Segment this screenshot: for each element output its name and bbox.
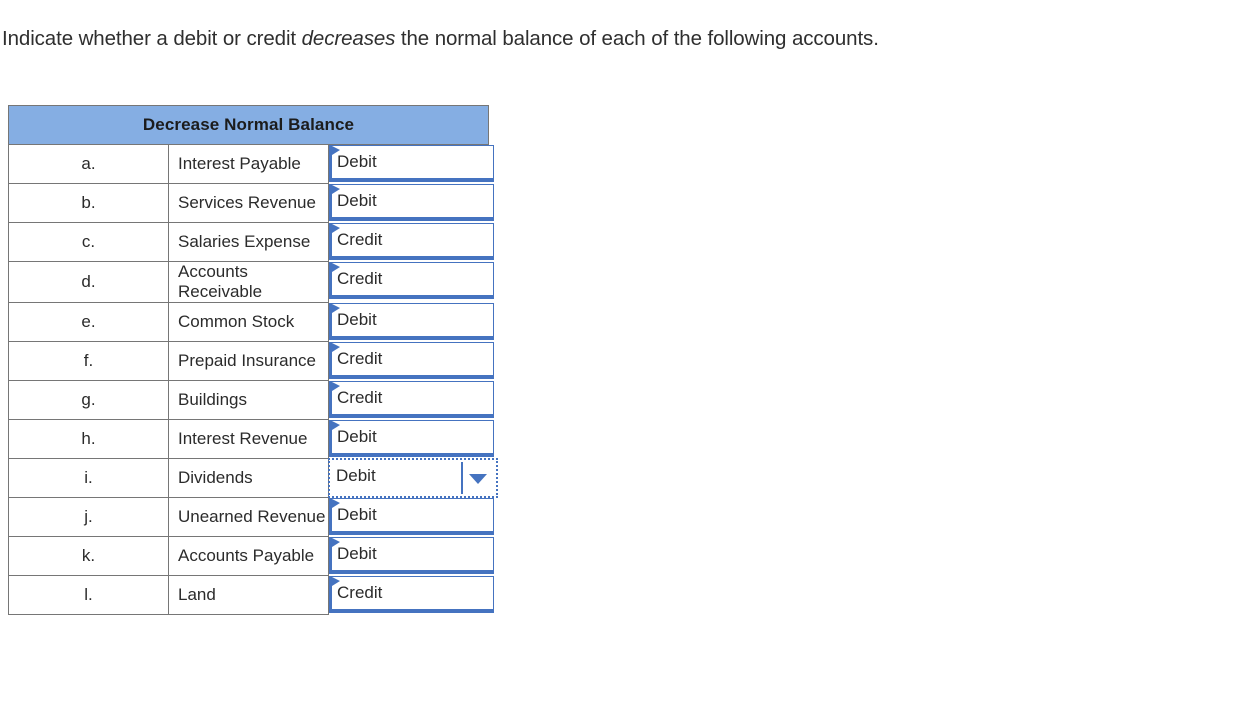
answer-select-h[interactable]: Debit: [329, 419, 494, 457]
answer-select-c[interactable]: Credit: [329, 222, 494, 260]
row-key-l: l.: [8, 575, 169, 615]
answer-cell: Debit: [328, 183, 494, 223]
answer-cell: Credit: [328, 261, 494, 303]
answer-cell: Debit: [328, 457, 498, 498]
prompt-emphasis-word: decreases: [301, 27, 396, 50]
table-row: e. Common Stock Debit: [8, 302, 494, 342]
table-header-title: Decrease Normal Balance: [8, 105, 489, 145]
account-name-cell: Interest Revenue: [168, 419, 329, 459]
decrease-normal-balance-table: Decrease Normal Balance a. Interest Payab…: [8, 105, 498, 615]
row-key-d: d.: [8, 261, 169, 303]
account-name-cell: Common Stock: [168, 302, 329, 342]
row-key-a: a.: [8, 144, 169, 184]
answer-value: Debit: [337, 543, 377, 563]
account-name-cell: Dividends: [168, 458, 329, 498]
table-row: j. Unearned Revenue Debit: [8, 497, 494, 537]
answer-cell: Debit: [328, 419, 494, 459]
row-key-k: k.: [8, 536, 169, 576]
account-name-cell: Land: [168, 575, 329, 615]
table-row: k. Accounts Payable Debit: [8, 536, 494, 576]
caret-down-icon[interactable]: [469, 473, 487, 484]
row-key-e: e.: [8, 302, 169, 342]
answer-select-i[interactable]: Debit: [328, 457, 498, 498]
answer-select-b[interactable]: Debit: [329, 183, 494, 221]
row-key-b: b.: [8, 183, 169, 223]
answer-value: Debit: [337, 190, 377, 210]
table-header-row: Decrease Normal Balance: [8, 105, 489, 145]
answer-select-j[interactable]: Debit: [329, 497, 494, 535]
answer-cell: Credit: [328, 341, 494, 381]
answer-cell: Credit: [328, 575, 494, 615]
prompt-text-part2: the normal balance of each of the follow…: [395, 27, 879, 50]
account-name-cell: Unearned Revenue: [168, 497, 329, 537]
answer-select-d[interactable]: Credit: [329, 261, 494, 299]
question-prompt: Indicate whether a debit or credit decre…: [2, 26, 879, 52]
account-name-cell: Salaries Expense: [168, 222, 329, 262]
account-name-cell: Buildings: [168, 380, 329, 420]
answer-value: Debit: [337, 426, 377, 446]
answer-select-e[interactable]: Debit: [329, 302, 494, 340]
account-name-cell: Prepaid Insurance: [168, 341, 329, 381]
answer-value: Credit: [337, 387, 383, 407]
table-row: a. Interest Payable Debit: [8, 144, 494, 184]
answer-value: Credit: [337, 348, 383, 368]
answer-value: Debit: [337, 152, 377, 171]
table-row: d. Accounts Receivable Credit: [8, 261, 494, 303]
table-row: h. Interest Revenue Debit: [8, 419, 494, 459]
answer-select-k[interactable]: Debit: [329, 536, 494, 574]
row-key-j: j.: [8, 497, 169, 537]
answer-cell: Debit: [328, 302, 494, 342]
select-divider: [461, 461, 463, 494]
answer-cell: Credit: [328, 222, 494, 262]
row-key-c: c.: [8, 222, 169, 262]
answer-select-f[interactable]: Credit: [329, 341, 494, 379]
row-key-g: g.: [8, 380, 169, 420]
account-name-cell: Accounts Payable: [168, 536, 329, 576]
account-name-cell: Interest Payable: [168, 144, 329, 184]
table-row: i. Dividends Debit: [8, 457, 498, 498]
prompt-text-part1: Indicate whether a debit or credit: [2, 27, 302, 50]
answer-cell: Credit: [328, 380, 494, 420]
answer-cell: Debit: [328, 144, 494, 184]
answer-cell: Debit: [328, 497, 494, 537]
answer-value: Credit: [337, 582, 383, 602]
answer-value: Debit: [337, 309, 377, 329]
answer-value: Credit: [337, 229, 383, 249]
table-row: l. Land Credit: [8, 575, 494, 615]
answer-cell: Debit: [328, 536, 494, 576]
row-key-i: i.: [8, 458, 169, 498]
answer-select-l[interactable]: Credit: [329, 575, 494, 613]
table-row: f. Prepaid Insurance Credit: [8, 341, 494, 381]
answer-value: Debit: [336, 465, 376, 485]
answer-select-a[interactable]: Debit: [329, 145, 494, 182]
table-row: c. Salaries Expense Credit: [8, 222, 494, 262]
row-key-h: h.: [8, 419, 169, 459]
answer-value: Credit: [337, 268, 383, 288]
answer-value: Debit: [337, 504, 377, 524]
answer-select-g[interactable]: Credit: [329, 380, 494, 418]
table-row: g. Buildings Credit: [8, 380, 494, 420]
row-key-f: f.: [8, 341, 169, 381]
account-name-cell: Accounts Receivable: [168, 261, 329, 303]
table-row: b. Services Revenue Debit: [8, 183, 494, 223]
account-name-cell: Services Revenue: [168, 183, 329, 223]
table-header: Decrease Normal Balance: [8, 105, 489, 145]
table-body: a. Interest Payable Debit b. Services Revenu…: [8, 144, 498, 615]
